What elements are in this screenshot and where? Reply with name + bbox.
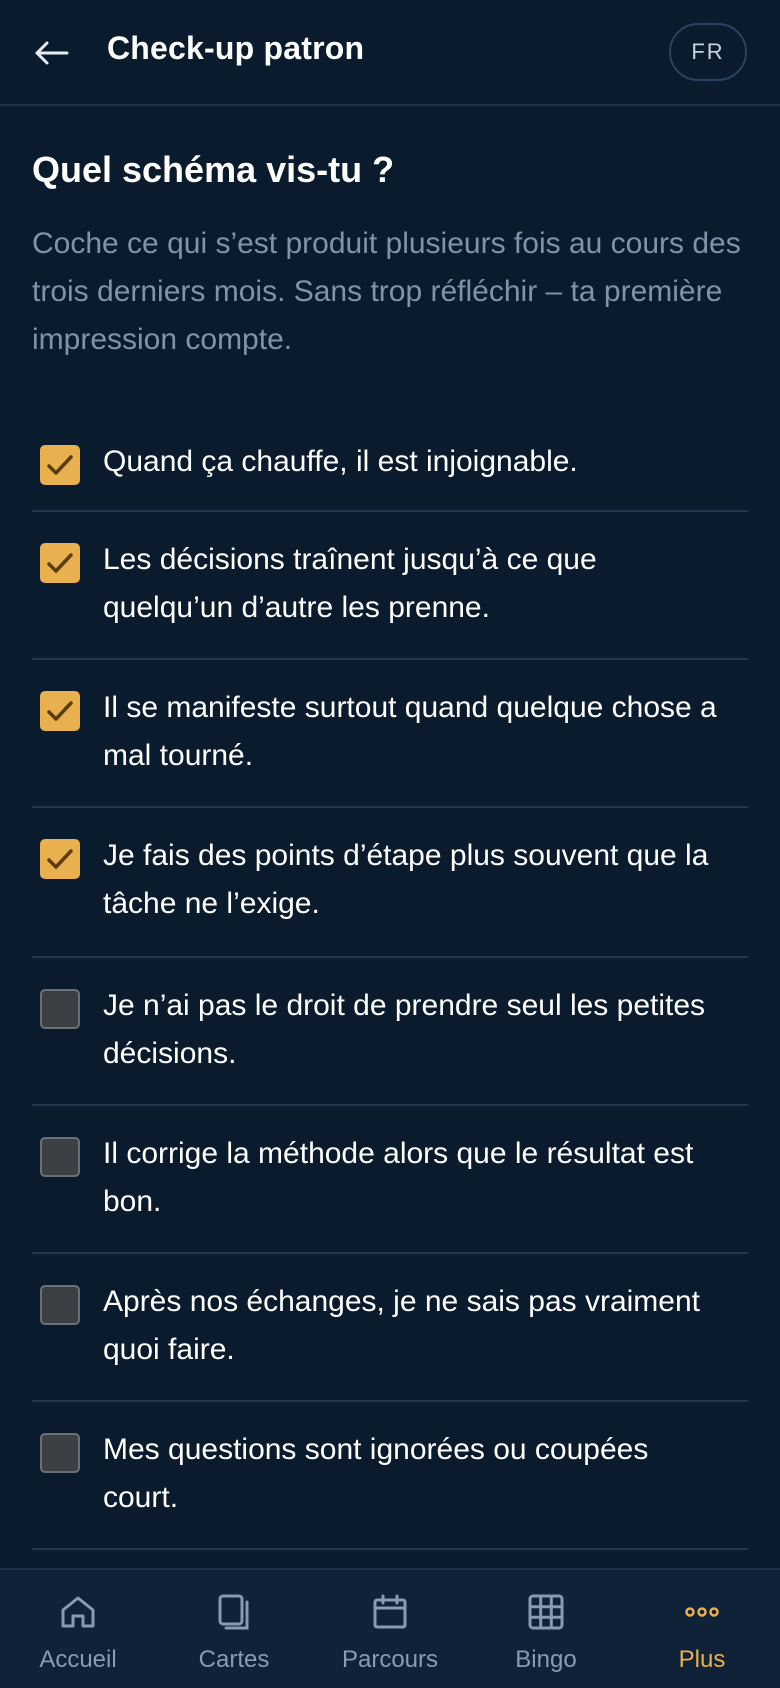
checkbox-checked[interactable] — [40, 445, 80, 485]
nav-label: Cartes — [198, 1646, 270, 1673]
checklist-item[interactable]: Après nos échanges, je ne sais pas vraim… — [32, 1254, 748, 1402]
checklist-item-label: Quand ça chauffe, il est injoignable. — [103, 445, 578, 478]
checklist-item-label: Après nos échanges, je ne sais pas vraim… — [103, 1285, 700, 1366]
checklist-item[interactable]: Quand ça chauffe, il est injoignable. — [32, 414, 748, 512]
checklist-item[interactable]: Mes questions sont ignorées ou coupées c… — [32, 1402, 748, 1550]
app-screen: Check-up patron FR Quel schéma vis-tu ? … — [0, 0, 780, 1688]
bottom-navigation: Accueil Cartes Parcours Bingo Plus — [0, 1568, 780, 1688]
checklist-item[interactable]: Je n’ai pas le droit de prendre seul les… — [32, 958, 748, 1106]
checklist-item-label: Il corrige la méthode alors que le résul… — [103, 1137, 694, 1218]
back-button[interactable] — [26, 28, 76, 78]
checklist-item[interactable]: Il corrige la méthode alors que le résul… — [32, 1106, 748, 1254]
arrow-left-icon — [35, 41, 69, 65]
check-icon — [47, 701, 73, 721]
grid-icon — [524, 1590, 568, 1634]
more-icon — [680, 1590, 724, 1634]
checkbox-unchecked[interactable] — [40, 1433, 80, 1473]
checklist-item-label: Je n’ai pas le droit de prendre seul les… — [103, 989, 706, 1070]
checkbox-unchecked[interactable] — [40, 989, 80, 1029]
checkbox-unchecked[interactable] — [40, 1285, 80, 1325]
checklist-item[interactable]: Les décisions traînent jusqu’à ce que qu… — [32, 512, 748, 660]
nav-item-bingo[interactable]: Bingo — [468, 1570, 624, 1688]
page-title: Quel schéma vis-tu ? — [32, 149, 395, 190]
calendar-icon — [368, 1590, 412, 1634]
checklist-item[interactable]: Il se manifeste surtout quand quelque ch… — [32, 660, 748, 808]
checklist-item-label: Je fais des points d’étape plus souvent … — [103, 839, 709, 920]
checklist-item-label: Il se manifeste surtout quand quelque ch… — [103, 691, 717, 772]
checkbox-checked[interactable] — [40, 691, 80, 731]
checklist-item-label: Les décisions traînent jusqu’à ce que qu… — [103, 543, 597, 624]
nav-label: Parcours — [341, 1646, 439, 1673]
main-content: Quel schéma vis-tu ? Coche ce qui s’est … — [32, 106, 748, 364]
check-icon — [47, 849, 73, 869]
header-title: Check-up patron — [107, 30, 365, 66]
check-icon — [47, 455, 73, 475]
nav-label: Bingo — [515, 1646, 577, 1673]
language-button[interactable]: FR — [669, 23, 747, 81]
checkbox-checked[interactable] — [40, 543, 80, 583]
check-icon — [47, 553, 73, 573]
nav-item-plus[interactable]: Plus — [624, 1570, 780, 1688]
cards-icon — [212, 1590, 256, 1634]
pattern-checklist: Quand ça chauffe, il est injoignable. Le… — [32, 414, 748, 1550]
checklist-item[interactable]: Je fais des points d’étape plus souvent … — [32, 808, 748, 958]
checkbox-unchecked[interactable] — [40, 1137, 80, 1177]
nav-label: Plus — [678, 1646, 726, 1673]
top-bar: Check-up patron FR — [0, 0, 780, 106]
nav-item-accueil[interactable]: Accueil — [0, 1570, 156, 1688]
nav-label: Accueil — [39, 1646, 117, 1673]
checklist-item-label: Mes questions sont ignorées ou coupées c… — [103, 1433, 649, 1514]
nav-item-parcours[interactable]: Parcours — [312, 1570, 468, 1688]
home-icon — [56, 1590, 100, 1634]
nav-item-cartes[interactable]: Cartes — [156, 1570, 312, 1688]
intro-text: Coche ce qui s’est produit plusieurs foi… — [32, 227, 741, 356]
checkbox-checked[interactable] — [40, 839, 80, 879]
